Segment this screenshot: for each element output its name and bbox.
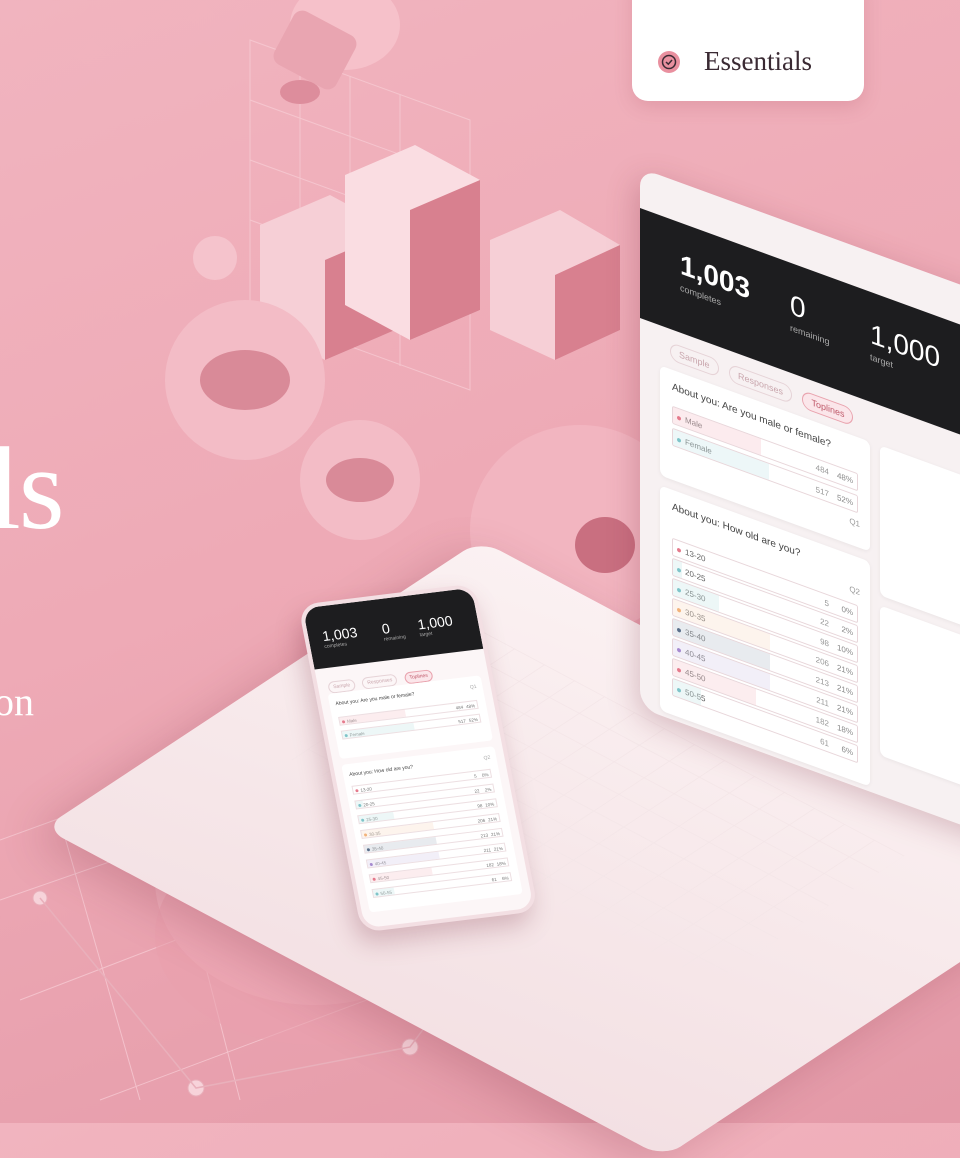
phone-stat-remaining: 0 remaining bbox=[380, 620, 407, 643]
question-card-q4 bbox=[880, 605, 960, 818]
bar-chart-icon bbox=[260, 145, 620, 360]
phone-stat-target: 1,000 target bbox=[416, 612, 454, 639]
question-number: Q2 bbox=[849, 584, 860, 598]
sphere-icon bbox=[193, 236, 237, 280]
badge-label: Essentials bbox=[704, 46, 812, 76]
phone-stat-completes: 1,003 completes bbox=[320, 624, 359, 651]
check-circle-icon bbox=[658, 51, 680, 73]
phone-stats-header: 1,003 completes 0 remaining 1,000 target bbox=[302, 587, 484, 670]
hero-subtitle: on bbox=[0, 679, 34, 724]
stat-completes: 1,003 completes bbox=[680, 248, 751, 308]
hero-title: ls bbox=[0, 423, 65, 554]
lightbulb-icon bbox=[273, 0, 400, 104]
gear-icon bbox=[165, 300, 420, 540]
phone-question-card-q2: About you: How old are you? Q2 13-20 5 0% 2… bbox=[341, 746, 523, 913]
question-number: Q1 bbox=[849, 516, 860, 530]
stat-target: 1,000 target bbox=[870, 317, 941, 375]
phone-question-number: Q1 bbox=[469, 683, 478, 691]
phone-question-number: Q2 bbox=[483, 754, 491, 762]
essentials-badge[interactable]: Essentials bbox=[632, 0, 864, 101]
phone-question-text: About you: Are you male or female? bbox=[334, 691, 416, 708]
phone-question-text: About you: How old are you? bbox=[348, 764, 414, 778]
stat-remaining: 0 remaining bbox=[790, 288, 830, 347]
